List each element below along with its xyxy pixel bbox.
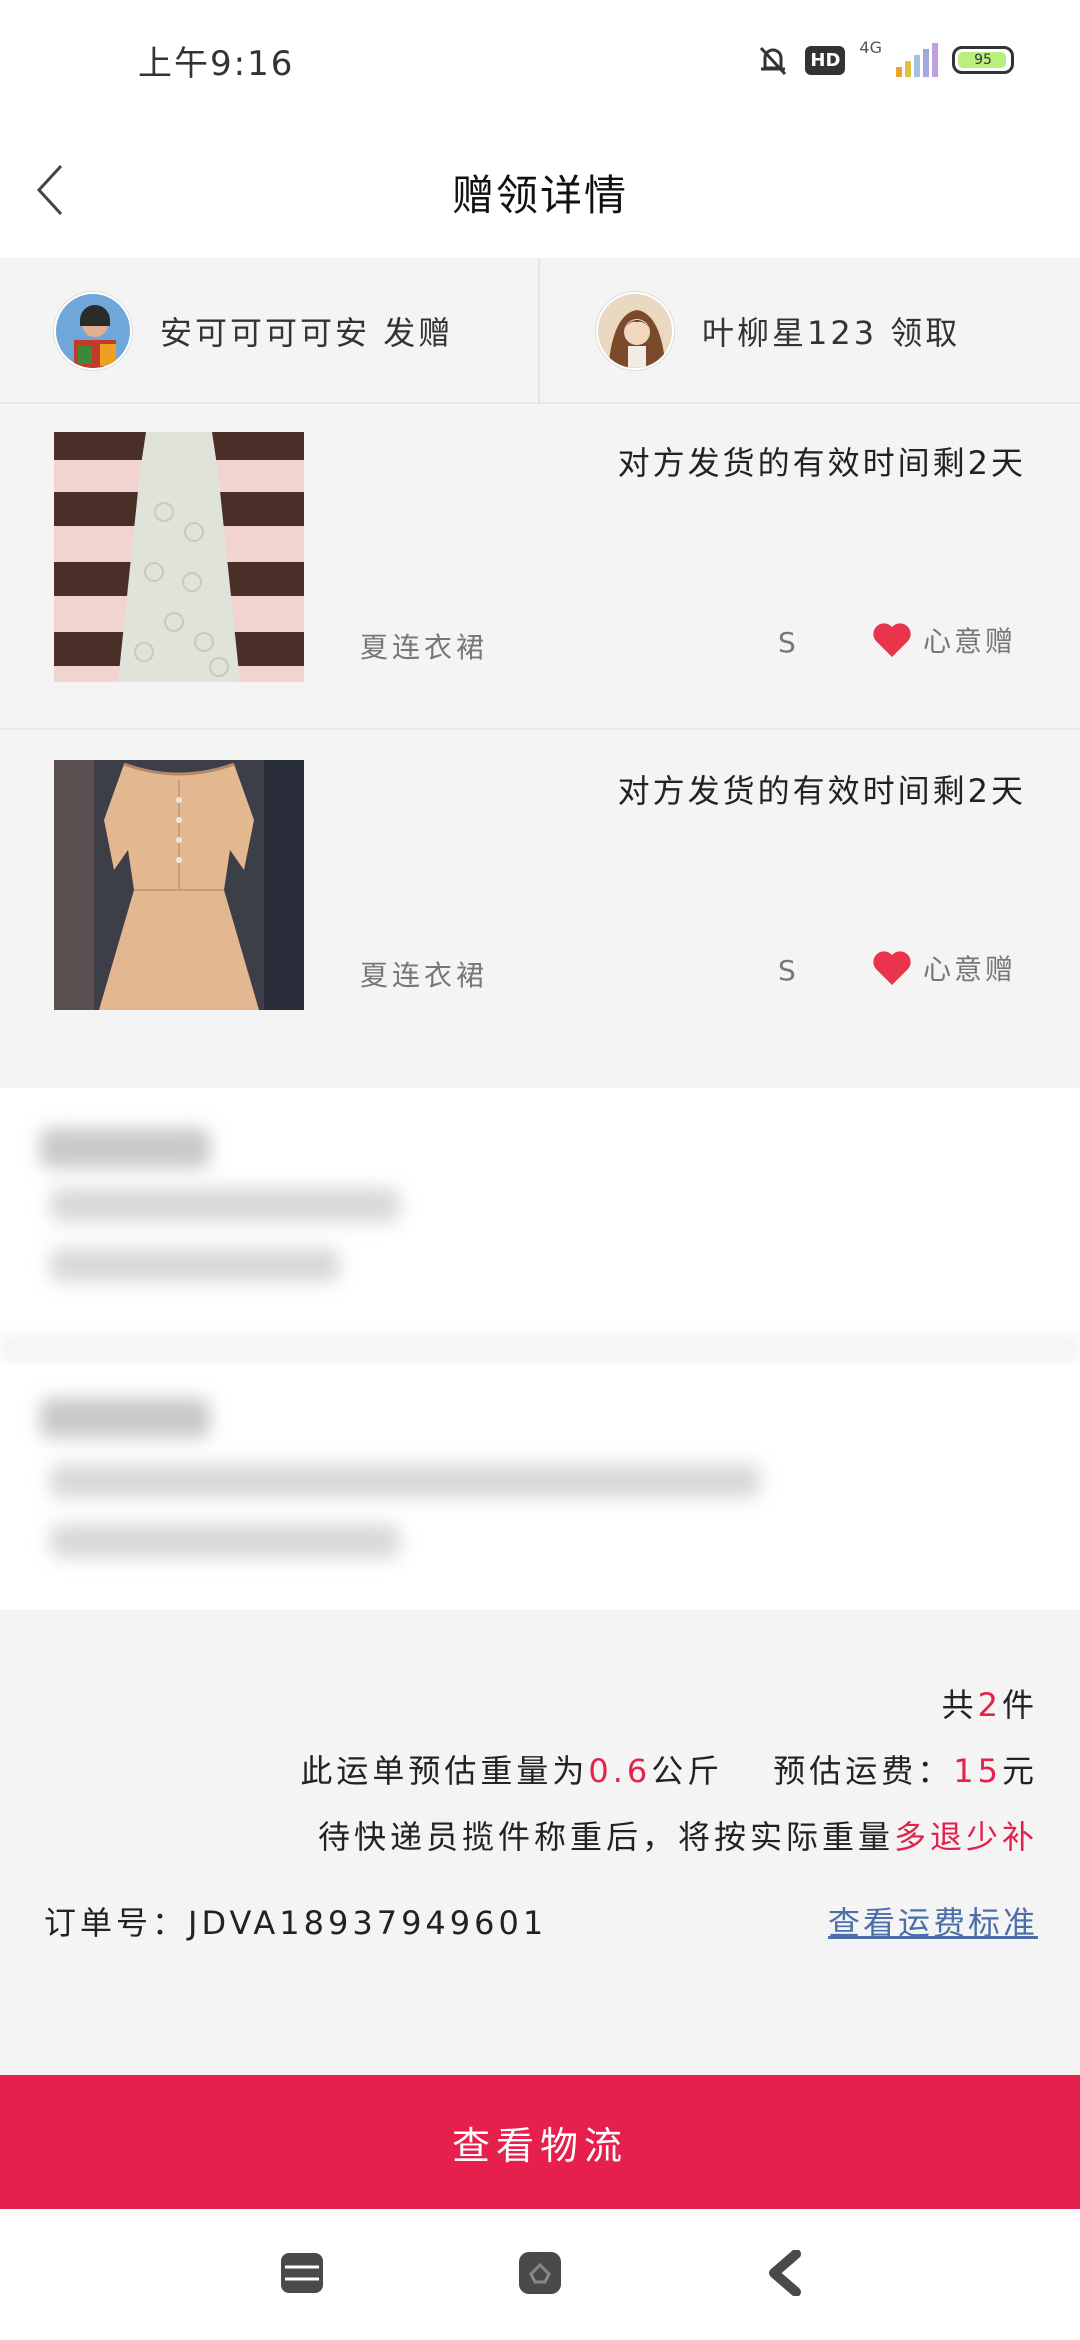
status-time: 上午9:16 — [138, 44, 295, 84]
back-icon — [769, 2250, 801, 2296]
item-size: S — [778, 954, 796, 987]
signal-icon — [896, 43, 938, 77]
network-label: 4G — [859, 38, 882, 57]
battery-level: 95 — [974, 52, 992, 68]
system-nav-bar — [0, 2209, 1080, 2340]
gift-type-label: 心意赠 — [922, 953, 1016, 986]
receiver-name: 叶柳星123 — [702, 314, 878, 352]
item-count: 共2件 — [941, 1686, 1038, 1724]
weight-fee-line: 此运单预估重量为0.6公斤 预估运费：15元 — [300, 1752, 1038, 1790]
gift-type-badge: 心意赠 — [871, 620, 1016, 660]
order-number: 订单号：JDVA18937949601 — [44, 1898, 547, 1944]
giver-text: 安可可可可安 发赠 — [160, 308, 453, 354]
weigh-note-highlight: 多退少补 — [893, 1818, 1038, 1856]
users-row: 安可可可可安 发赠 叶柳星123 领取 — [0, 258, 1080, 404]
gift-detail-panel: 安可可可可安 发赠 叶柳星123 领取 对方发货的有效时间剩2天 夏连衣裙 S … — [0, 258, 1080, 1088]
battery-icon: 95 — [952, 46, 1014, 74]
receiver-address-blurred — [0, 1088, 1080, 1334]
hd-badge: HD — [805, 45, 846, 75]
gift-type-label: 心意赠 — [922, 625, 1016, 658]
home-button[interactable] — [514, 2247, 566, 2299]
order-number-label: 订单号： — [44, 1904, 189, 1942]
mute-bell-icon — [760, 46, 787, 76]
gift-item[interactable]: 对方发货的有效时间剩2天 夏连衣裙 S 心意赠 — [0, 732, 1080, 1058]
header: 赠领详情 — [0, 120, 1080, 260]
item-count-value: 2 — [977, 1686, 1002, 1724]
gift-type-badge: 心意赠 — [871, 948, 1016, 988]
giver-name: 安可可可可安 — [160, 314, 371, 352]
heart-icon — [873, 951, 911, 985]
weigh-note: 待快递员揽件称重后，将按实际重量多退少补 — [317, 1818, 1038, 1856]
blur-separator — [0, 1334, 1080, 1364]
divider — [538, 258, 540, 404]
menu-icon — [281, 2253, 323, 2293]
view-logistics-button[interactable]: 查看物流 — [0, 2075, 1080, 2209]
status-icons: HD 4G 95 — [755, 38, 1014, 82]
ship-deadline: 对方发货的有效时间剩2天 — [617, 772, 1026, 810]
menu-button[interactable] — [276, 2247, 328, 2299]
fee-value: 15 — [953, 1752, 1002, 1790]
order-number-value: JDVA18937949601 — [188, 1904, 548, 1942]
giver-cell[interactable]: 安可可可可安 发赠 — [54, 258, 534, 404]
item-size: S — [778, 626, 796, 659]
receiver-avatar — [596, 292, 674, 370]
page-title: 赠领详情 — [451, 171, 628, 220]
system-back-button[interactable] — [760, 2247, 812, 2299]
giver-avatar — [54, 292, 132, 370]
item-image — [54, 432, 304, 682]
receiver-cell[interactable]: 叶柳星123 领取 — [596, 258, 1076, 404]
heart-icon — [873, 623, 911, 657]
giver-action: 发赠 — [383, 314, 454, 352]
weight-value: 0.6 — [588, 1752, 652, 1790]
status-bar: 上午9:16 HD 4G 95 — [0, 0, 1080, 120]
receiver-action: 领取 — [890, 314, 961, 352]
gift-item[interactable]: 对方发货的有效时间剩2天 夏连衣裙 S 心意赠 — [0, 404, 1080, 730]
sender-address-blurred — [0, 1364, 1080, 1610]
order-summary: 共2件 此运单预估重量为0.6公斤 预估运费：15元 待快递员揽件称重后，将按实际… — [0, 1610, 1080, 2075]
fee-standard-link[interactable]: 查看运费标准 — [828, 1898, 1038, 1944]
item-name: 夏连衣裙 — [360, 631, 489, 664]
ship-deadline: 对方发货的有效时间剩2天 — [617, 444, 1026, 482]
item-name: 夏连衣裙 — [360, 959, 489, 992]
home-icon — [519, 2252, 561, 2294]
item-image — [54, 760, 304, 1010]
receiver-text: 叶柳星123 领取 — [702, 308, 960, 354]
